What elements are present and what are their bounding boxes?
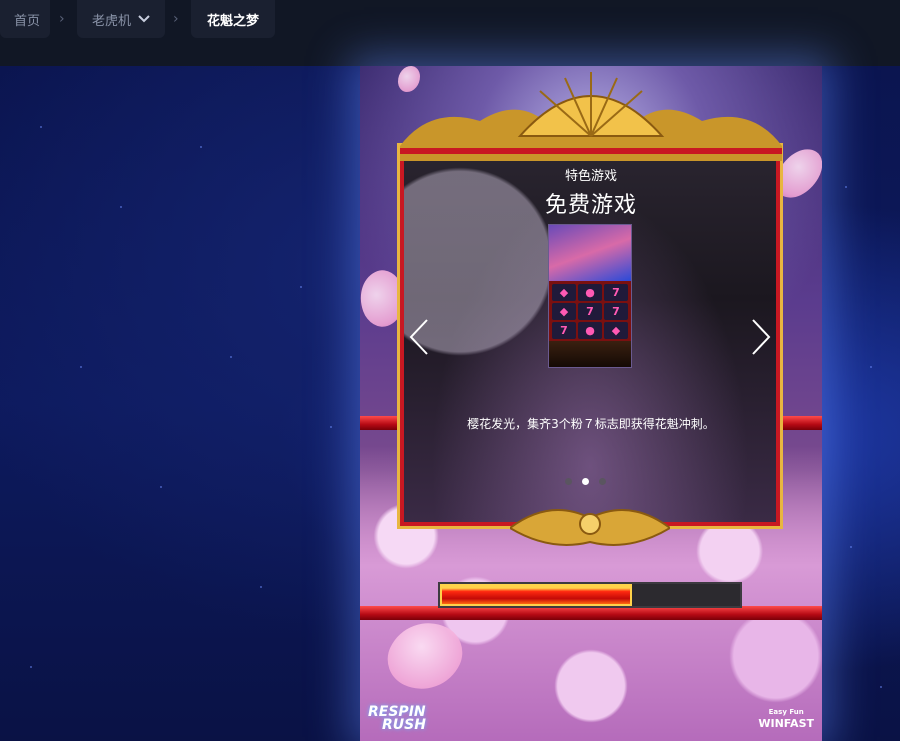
carousel-dot[interactable] <box>599 478 606 485</box>
preview-control-bar <box>549 341 631 367</box>
top-nav: 首页 › 老虎机 › 花魁之梦 <box>0 0 900 66</box>
chevron-down-icon <box>138 15 150 23</box>
preview-reels: ◆ ● 7 ◆ 7 7 7 ● ◆ <box>549 281 631 341</box>
carousel-dot[interactable] <box>582 478 589 485</box>
feature-subtitle: 特色游戏 <box>564 169 617 184</box>
golden-fan-ornament <box>400 72 782 161</box>
gameplay-preview-image: ◆ ● 7 ◆ 7 7 7 ● ◆ <box>548 224 632 368</box>
carousel-dots <box>565 478 606 485</box>
chevron-right-icon: › <box>59 11 65 27</box>
respin-rush-logo: RESPIN RUSH <box>368 704 426 733</box>
game-canvas[interactable]: 特色游戏 免费游戏 ◆ ● 7 ◆ 7 7 7 ● ◆ 樱花发光，集齐3个粉７标志即获得花魁… <box>360 66 822 741</box>
breadcrumb-category-label: 老虎机 <box>91 13 131 29</box>
feature-description: 樱花发光，集齐3个粉７标志即获得花魁冲刺。 <box>467 417 715 431</box>
winfast-logo: Easy Fun WINFAST <box>758 708 814 730</box>
breadcrumb-current: 花魁之梦 <box>191 0 275 38</box>
feature-title: 免费游戏 <box>544 193 637 218</box>
golden-flower-ornament <box>510 509 670 546</box>
breadcrumb-home[interactable]: 首页 <box>0 0 50 38</box>
loading-progress-bar <box>438 582 742 608</box>
preview-character-art <box>549 225 631 281</box>
arrow-right-icon[interactable] <box>750 318 772 356</box>
breadcrumb-category-dropdown[interactable]: 老虎机 <box>77 0 165 38</box>
carousel-dot[interactable] <box>565 478 572 485</box>
chevron-right-icon: › <box>173 11 179 27</box>
arrow-left-icon[interactable] <box>408 318 430 356</box>
loading-progress-fill <box>440 584 632 606</box>
red-rail <box>360 606 822 620</box>
